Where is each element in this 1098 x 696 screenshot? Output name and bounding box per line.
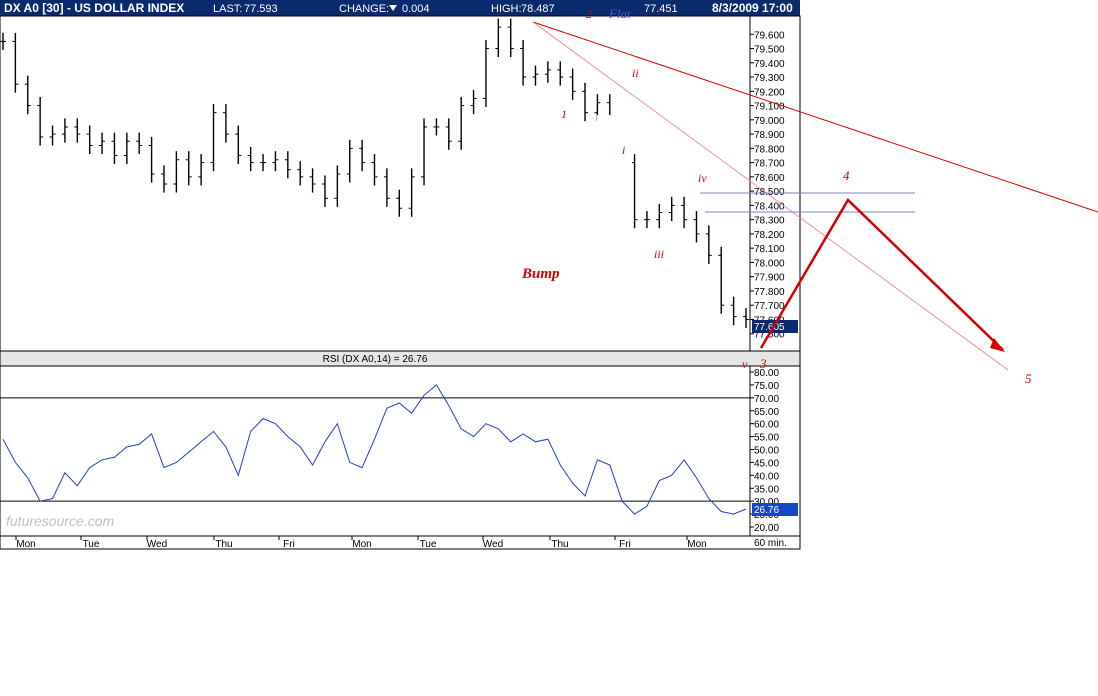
interval-label: 60 min. — [754, 538, 787, 549]
last-label: LAST: — [213, 3, 242, 15]
whiteout-box-2 — [520, 235, 598, 295]
day-label: Fri — [283, 539, 295, 550]
price-tick-label: 78.200 — [754, 230, 785, 241]
day-label: Wed — [483, 539, 503, 550]
chart-frame — [0, 15, 801, 550]
wave-4-label: 4 — [843, 168, 850, 183]
rsi-tick-label: 35.00 — [754, 484, 779, 495]
high-value: 78.487 — [521, 3, 555, 15]
high-label: HIGH: — [491, 3, 522, 15]
rsi-tick-label: 65.00 — [754, 407, 779, 418]
rsi-value-tag-text: 26.76 — [754, 505, 779, 516]
rsi-title: RSI (DX A0,14) = 26.76 — [323, 354, 428, 365]
price-axis: 79.600 79.500 79.400 79.300 79.200 79.100 79.0… — [750, 30, 785, 341]
rsi-level-lines — [0, 397, 750, 502]
time-axis: Mon Tue Wed Thu Fri Mon Tue Wed Thu Fri Mon — [15, 536, 707, 550]
price-tick-label: 78.900 — [754, 130, 785, 141]
change-label: CHANGE: — [339, 3, 389, 15]
day-label: Tue — [83, 539, 100, 550]
day-label: Thu — [215, 539, 232, 550]
rsi-tick-label: 80.00 — [754, 368, 779, 379]
price-tick-label: 79.600 — [754, 30, 785, 41]
rsi-tick-label: 70.00 — [754, 394, 779, 405]
wave-i-label: i — [622, 143, 625, 157]
price-tick-label: 79.200 — [754, 87, 785, 98]
price-tick-label: 78.300 — [754, 216, 785, 227]
rsi-line — [2, 384, 747, 515]
price-tick-label: 78.100 — [754, 244, 785, 255]
day-label: Mon — [352, 539, 371, 550]
price-tick-label: 78.800 — [754, 144, 785, 155]
rsi-tick-label: 40.00 — [754, 471, 779, 482]
whiteout-box-1 — [597, 115, 632, 180]
price-tick-label: 77.900 — [754, 273, 785, 284]
day-label: Mon — [687, 539, 706, 550]
rsi-tick-label: 75.00 — [754, 381, 779, 392]
price-bars — [0, 18, 749, 329]
price-tick-label: 79.500 — [754, 45, 785, 56]
wave-v-label: v — [742, 357, 748, 371]
wave-iv-label: iv — [698, 171, 707, 185]
wave-1-label: 1 — [561, 107, 567, 121]
price-tick-label: 78.600 — [754, 173, 785, 184]
rsi-tick-label: 60.00 — [754, 420, 779, 431]
last-value: 77.593 — [244, 3, 278, 15]
rsi-series — [2, 384, 747, 515]
price-tick-label: 79.400 — [754, 59, 785, 70]
price-tick-label: 79.300 — [754, 73, 785, 84]
flat-label: Flat — [608, 6, 631, 21]
price-tick-label: 77.800 — [754, 287, 785, 298]
price-tick-label: 77.700 — [754, 301, 785, 312]
price-tick-label: 79.100 — [754, 102, 785, 113]
day-label: Mon — [16, 539, 35, 550]
wave-2-label: 2 — [586, 7, 592, 21]
rsi-tick-label: 20.00 — [754, 523, 779, 534]
rsi-tick-label: 50.00 — [754, 446, 779, 457]
day-label: Thu — [551, 539, 568, 550]
day-label: Fri — [619, 539, 631, 550]
change-value: 0.004 — [402, 3, 430, 15]
rsi-tick-label: 45.00 — [754, 458, 779, 469]
day-label: Wed — [147, 539, 167, 550]
price-tick-label: 78.000 — [754, 258, 785, 269]
wave-ii-label: ii — [632, 66, 639, 80]
chart-canvas: DX A0 [30] - US DOLLAR INDEX LAST: 77.59… — [0, 0, 1098, 550]
wave-iii-label: iii — [654, 247, 664, 261]
price-tick-label: 79.000 — [754, 116, 785, 127]
header-datetime: 8/3/2009 17:00 — [712, 1, 793, 15]
price-tick-label: 78.700 — [754, 159, 785, 170]
watermark-text: futuresource.com — [6, 513, 114, 529]
wave-3-label: 3 — [759, 356, 767, 371]
day-label: Tue — [420, 539, 437, 550]
wave-5-label: 5 — [1025, 371, 1032, 386]
symbol-title: DX A0 [30] - US DOLLAR INDEX — [4, 1, 184, 15]
low-value: 77.451 — [644, 3, 678, 15]
rsi-tick-label: 55.00 — [754, 433, 779, 444]
bump-label: Bump — [521, 266, 560, 282]
